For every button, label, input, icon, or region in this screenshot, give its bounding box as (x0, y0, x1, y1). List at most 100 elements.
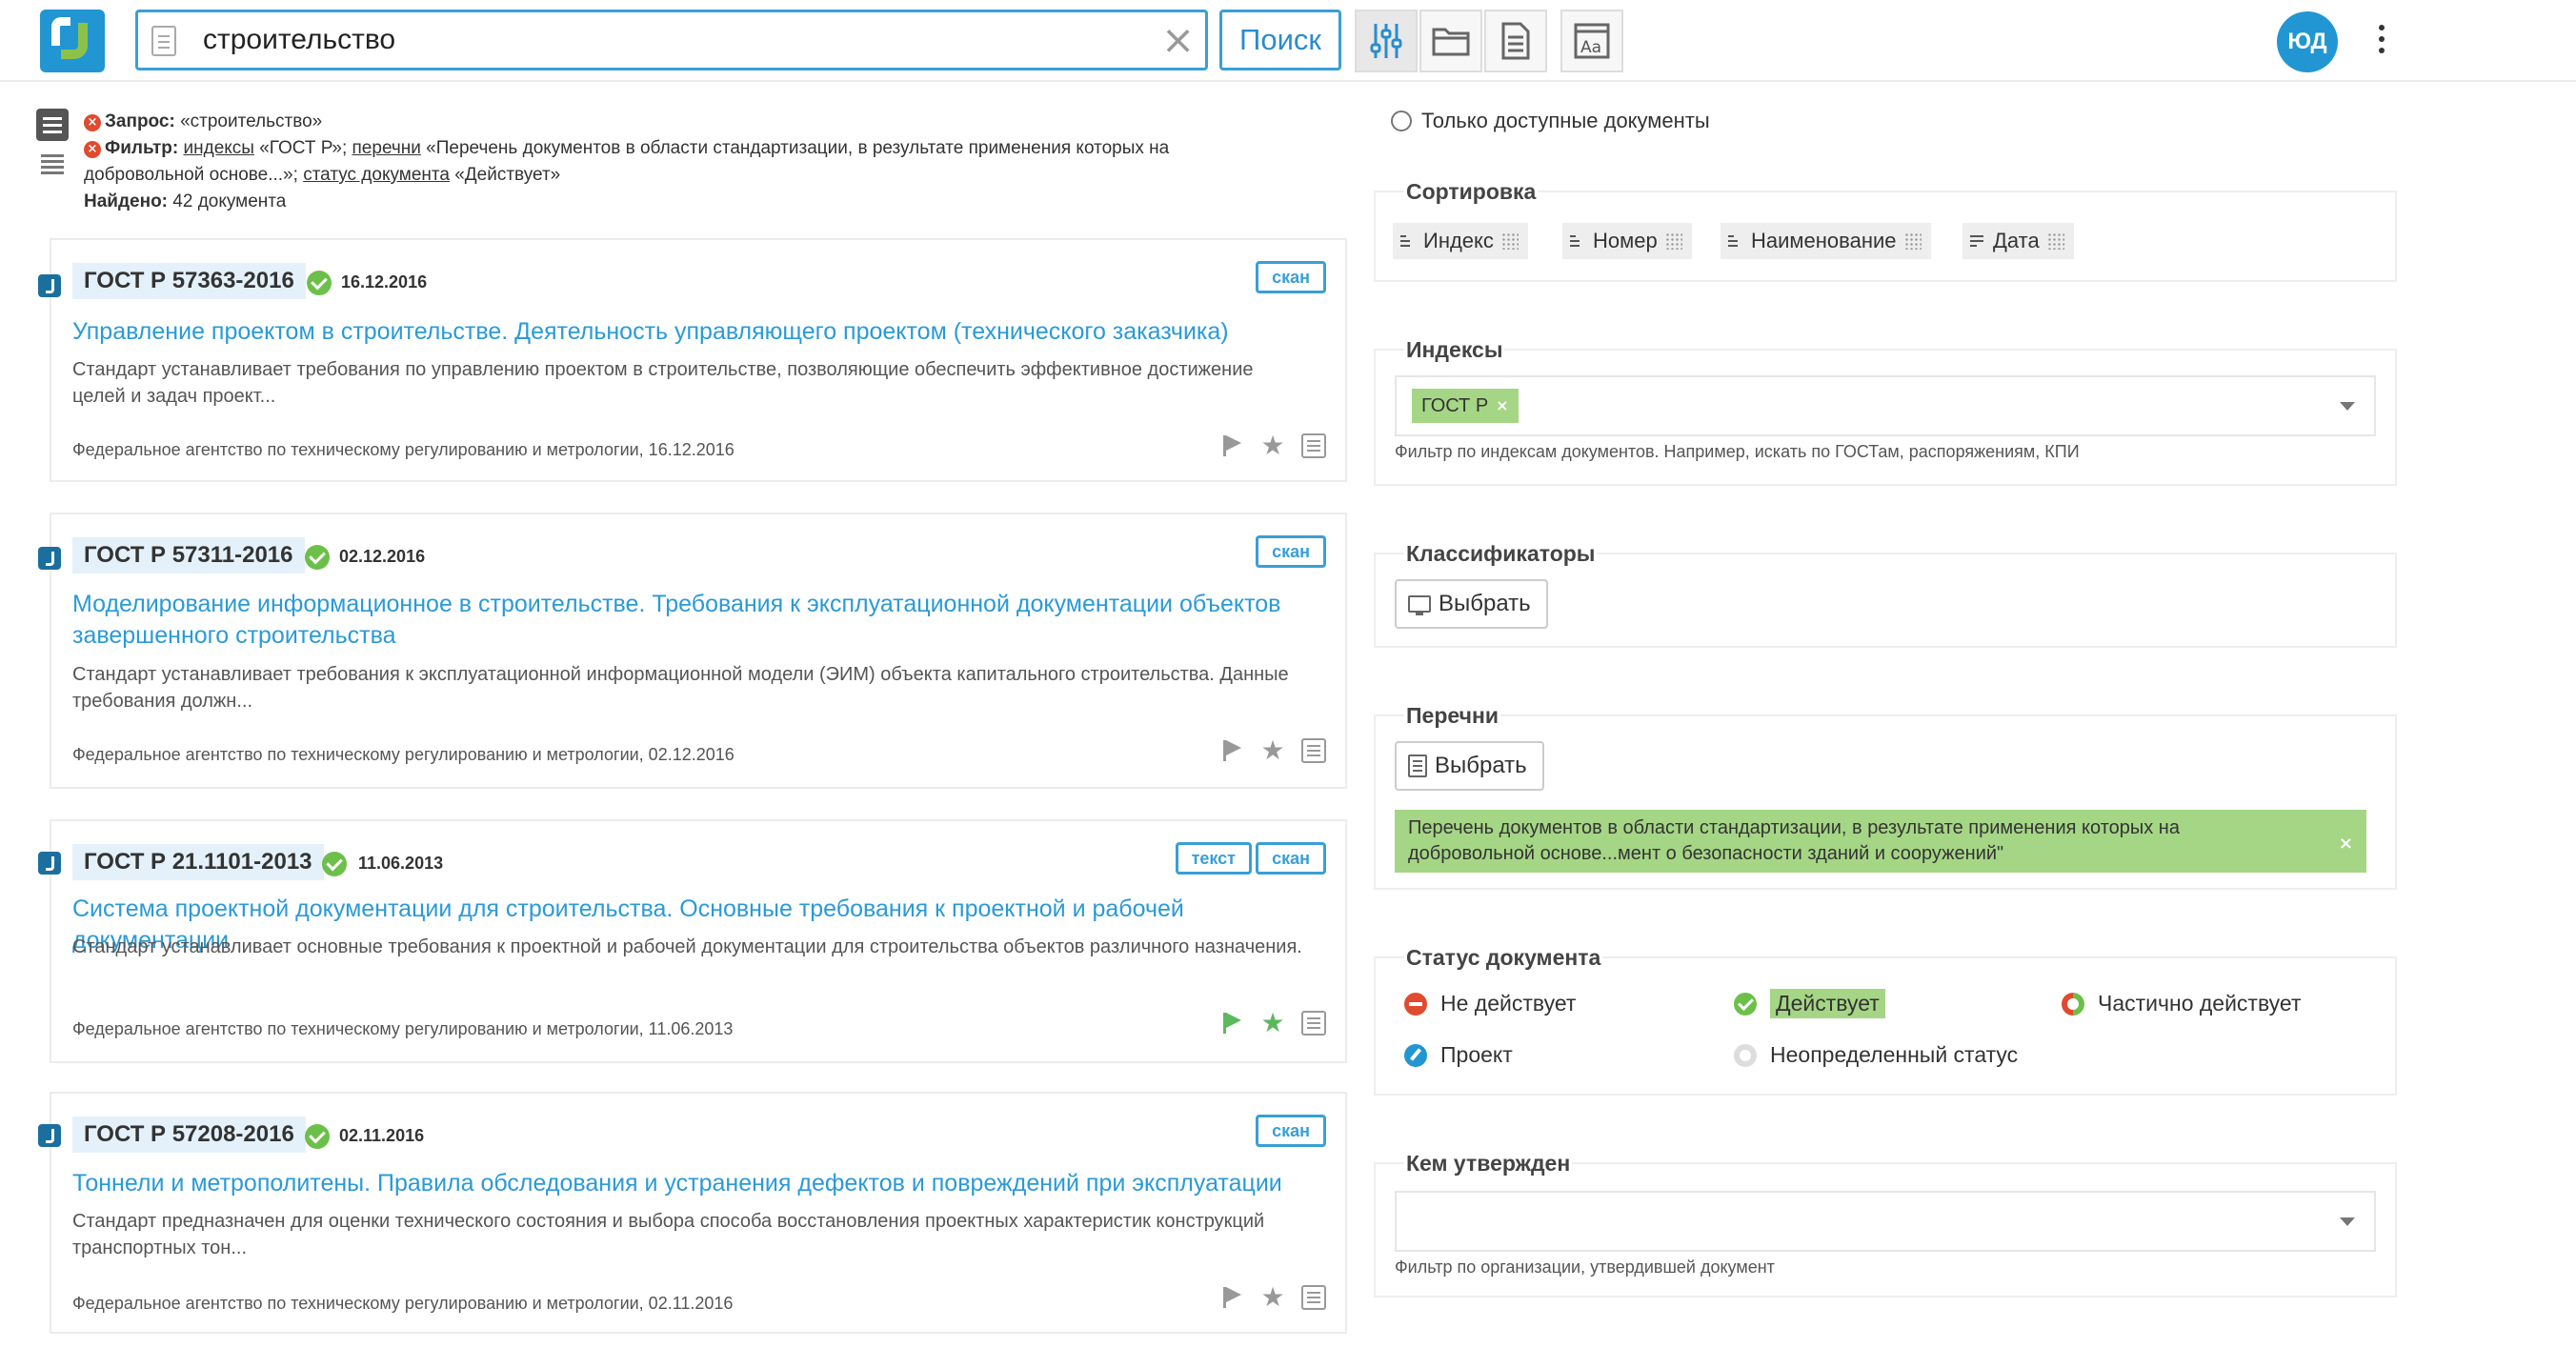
status-option-label: Действует (1770, 989, 1885, 1018)
request-value: «строительство» (180, 111, 323, 131)
available-only-option[interactable]: Только доступные документы (1391, 109, 1710, 133)
view-mode-switch (36, 109, 69, 185)
remove-index-icon[interactable]: × (1496, 389, 1508, 423)
choose-classifier-button[interactable]: Выбрать (1395, 579, 1548, 629)
star-icon[interactable]: ★ (1259, 737, 1286, 764)
status-partial-option[interactable]: Частично действует (2062, 991, 2301, 1016)
scan-tag[interactable]: скан (1256, 842, 1326, 875)
doc-code[interactable]: ГОСТ Р 57311-2016 (72, 537, 305, 573)
status-inactive-option[interactable]: Не действует (1404, 991, 1576, 1016)
doc-description: Стандарт устанавливает основные требован… (72, 936, 1302, 957)
table-view-icon[interactable] (36, 147, 69, 179)
doc-source: Федеральное агентство по техническому ре… (72, 1294, 734, 1313)
flag-icon[interactable] (1219, 1011, 1244, 1036)
chevron-down-icon[interactable] (2340, 402, 2355, 411)
doc-source: Федеральное агентство по техническому ре… (72, 1019, 734, 1038)
scan-tag[interactable]: скан (1256, 535, 1326, 568)
chevron-down-icon[interactable] (2340, 1217, 2355, 1226)
doc-code[interactable]: ГОСТ Р 21.1101-2013 (72, 844, 324, 880)
scan-tag[interactable]: скан (1256, 1115, 1326, 1147)
flag-icon[interactable] (1219, 1285, 1244, 1310)
doc-source: Федеральное агентство по техническому ре… (72, 440, 735, 459)
approved-by-select[interactable] (1395, 1191, 2376, 1252)
remove-filter-icon[interactable]: × (84, 141, 101, 158)
doc-title-link[interactable]: Тоннели и метрополитены. Правила обследо… (72, 1168, 1311, 1199)
flag-icon[interactable] (1219, 738, 1244, 763)
available-only-label: Только доступные документы (1421, 109, 1710, 132)
sort-by-date[interactable]: Дата (1962, 223, 2074, 259)
app-logo[interactable] (40, 10, 105, 72)
scan-tag[interactable]: скан (1256, 261, 1326, 293)
status-unknown-option[interactable]: Неопределенный статус (1734, 1042, 2018, 1068)
notes-icon[interactable] (1301, 1285, 1326, 1310)
doc-title-link[interactable]: Управление проектом в строительстве. Дея… (72, 316, 1311, 348)
filter-status-value: «Действует» (454, 165, 561, 185)
doc-title-link[interactable]: Моделирование информационное в строитель… (72, 589, 1311, 652)
sort-asc-icon (1400, 233, 1416, 249)
star-icon[interactable]: ★ (1259, 433, 1286, 459)
notes-icon[interactable] (1301, 433, 1326, 458)
lists-title: Перечни (1404, 703, 1500, 729)
list-view-icon[interactable] (36, 109, 69, 141)
drag-handle-icon[interactable] (1500, 232, 1519, 250)
choose-list-button[interactable]: Выбрать (1395, 741, 1544, 791)
doc-description: Стандарт предназначен для оценки техниче… (72, 1211, 1265, 1258)
radio-icon[interactable] (1391, 111, 1412, 131)
status-active-option[interactable]: Действует (1734, 989, 1885, 1018)
indexes-panel: Индексы ГОСТ Р × Фильтр по индексам доку… (1374, 337, 2397, 486)
classifiers-panel: Классификаторы Выбрать (1374, 541, 2397, 648)
indexes-hint: Фильтр по индексам документов. Например,… (1395, 442, 2080, 461)
selected-index-chip: ГОСТ Р × (1412, 389, 1519, 423)
doc-code[interactable]: ГОСТ Р 57363-2016 (72, 263, 306, 299)
search-input[interactable] (203, 20, 1137, 60)
drag-handle-icon[interactable] (2046, 232, 2064, 250)
remove-list-icon[interactable]: × (2339, 831, 2353, 856)
document-type-icon (38, 274, 61, 297)
status-option-label: Проект (1440, 1042, 1513, 1067)
drag-handle-icon[interactable] (1664, 232, 1682, 250)
remove-request-icon[interactable]: × (84, 114, 101, 131)
clear-search-icon[interactable]: × (1161, 20, 1195, 60)
notes-icon[interactable] (1301, 738, 1326, 763)
status-active-icon (305, 545, 330, 570)
status-unknown-icon (1734, 1043, 1757, 1067)
folders-button[interactable] (1419, 10, 1482, 72)
filters-toggle-button[interactable] (1355, 10, 1418, 72)
filter-status-link[interactable]: статус документа (303, 165, 450, 185)
card-actions: ★ (1219, 737, 1326, 764)
notes-icon[interactable] (1301, 1011, 1326, 1036)
search-button[interactable]: Поиск (1219, 10, 1341, 70)
filter-lists-link[interactable]: перечни (352, 138, 421, 158)
filter-indexes-link[interactable]: индексы (184, 138, 254, 158)
sort-by-number[interactable]: Номер (1562, 223, 1692, 259)
sort-panel: Сортировка Индекс Номер Наименование Дат… (1374, 179, 2397, 282)
star-icon[interactable]: ★ (1259, 1284, 1286, 1311)
sort-by-index[interactable]: Индекс (1393, 223, 1528, 259)
status-partial-icon (2062, 992, 2084, 1016)
more-menu-icon[interactable] (2376, 25, 2387, 59)
approved-by-panel: Кем утвержден Фильтр по организации, утв… (1374, 1151, 2397, 1298)
status-active-icon (1734, 992, 1757, 1016)
card-actions: ★ (1219, 1010, 1326, 1036)
doc-code[interactable]: ГОСТ Р 57208-2016 (72, 1117, 306, 1153)
filter-label: Фильтр: (105, 138, 179, 158)
documents-button[interactable] (1484, 10, 1547, 72)
text-tag[interactable]: текст (1175, 842, 1252, 875)
classifiers-title: Классификаторы (1404, 541, 1598, 567)
logo-mark-tail (61, 23, 88, 59)
sort-by-name[interactable]: Наименование (1721, 223, 1931, 259)
flag-icon[interactable] (1219, 433, 1244, 458)
status-option-label: Частично действует (2098, 991, 2302, 1016)
star-icon[interactable]: ★ (1259, 1010, 1286, 1036)
top-bar: × Поиск Aa ЮД (0, 0, 2576, 82)
drag-handle-icon[interactable] (1903, 232, 1922, 250)
status-title: Статус документа (1404, 945, 1603, 971)
user-avatar[interactable]: ЮД (2277, 11, 2338, 72)
doc-date: 16.12.2016 (341, 272, 428, 292)
sliders-icon (1370, 24, 1402, 58)
indexes-select[interactable]: ГОСТ Р × (1395, 375, 2376, 436)
status-active-icon (322, 852, 347, 876)
result-card: ГОСТ Р 21.1101-2013 11.06.2013 текст ска… (38, 819, 1347, 1063)
font-size-button[interactable]: Aa (1560, 10, 1623, 72)
status-project-option[interactable]: Проект (1404, 1042, 1513, 1068)
